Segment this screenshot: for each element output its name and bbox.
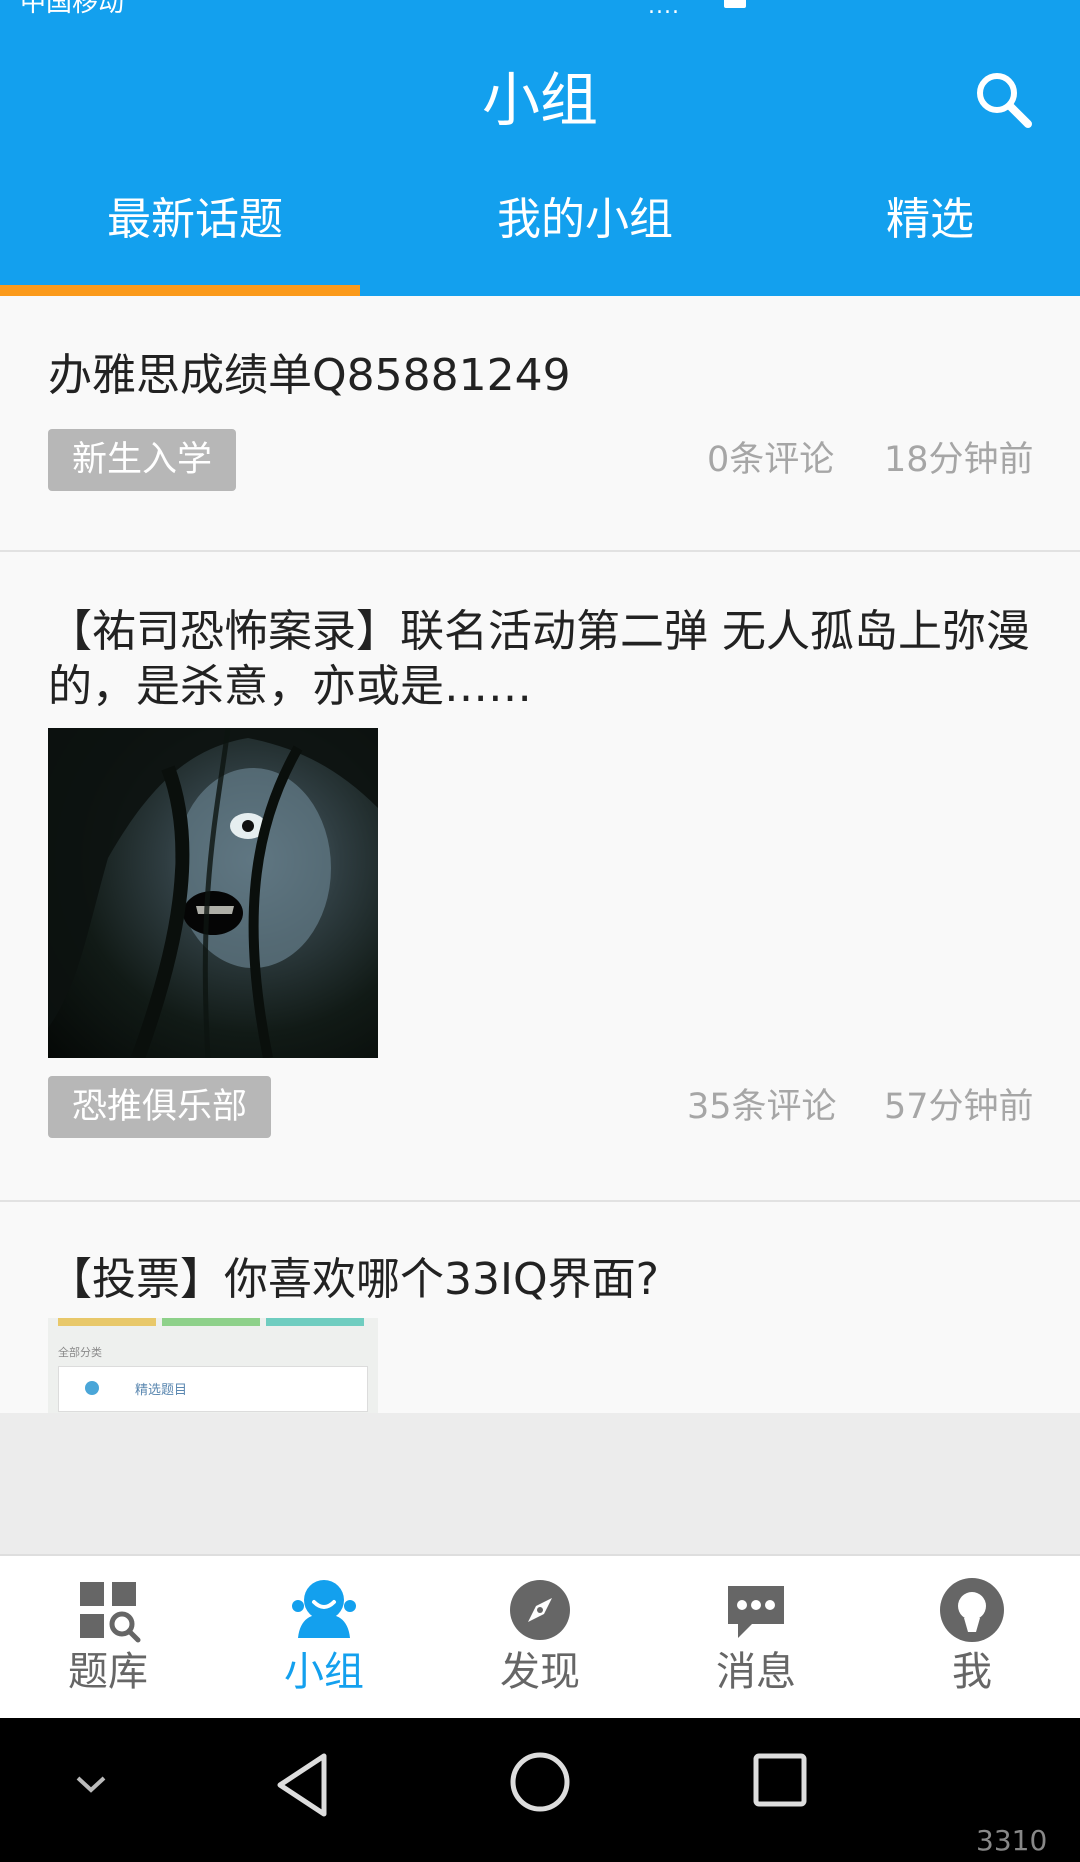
topic-feed[interactable]: 办雅思成绩单Q85881249 新生入学 0条评论 18分钟前 【祐司恐怖案录】… [0, 296, 1080, 1413]
signal-icon: .... [648, 0, 680, 14]
system-navigation-bar: 3310 [0, 1718, 1080, 1862]
post-title[interactable]: 【祐司恐怖案录】联名活动第二弹 无人孤岛上弥漫的，是杀意，亦或是…… [48, 604, 1038, 714]
badge-icon [85, 1381, 99, 1395]
thumbnail-caption: 全部分类 [58, 1346, 102, 1359]
compass-icon [510, 1580, 570, 1640]
tab-my-groups[interactable]: 我的小组 [390, 185, 780, 255]
nav-item-messages[interactable]: 消息 [648, 1556, 864, 1720]
post-thumbnail[interactable] [48, 728, 378, 1058]
thumbnail-card: 精选题目 [58, 1366, 368, 1412]
thumbnail-tab-bars [58, 1318, 368, 1326]
tab-latest-topics[interactable]: 最新话题 [0, 185, 390, 255]
nav-item-discover[interactable]: 发现 [432, 1556, 648, 1720]
comment-count: 0条评论 [707, 440, 835, 480]
user-icon [940, 1578, 1004, 1642]
group-person-icon [292, 1580, 356, 1638]
post-title[interactable]: 办雅思成绩单Q85881249 [48, 348, 1038, 403]
bottom-navigation: 题库 小组 发现 消息 我 [0, 1554, 1080, 1720]
back-icon[interactable] [272, 1750, 332, 1820]
status-bar: 中国移动 .... [0, 0, 1080, 14]
active-tab-indicator [0, 285, 360, 296]
grid-search-icon [80, 1582, 141, 1643]
nav-label: 发现 [500, 1649, 580, 1695]
post-title[interactable]: 【投票】你喜欢哪个33IQ界面? [48, 1252, 1038, 1307]
post-item[interactable]: 办雅思成绩单Q85881249 新生入学 0条评论 18分钟前 [0, 296, 1080, 550]
search-button[interactable] [972, 68, 1036, 132]
comment-count: 35条评论 [687, 1087, 837, 1127]
post-time: 18分钟前 [884, 440, 1034, 480]
thumbnail-card-label: 精选题目 [135, 1383, 188, 1398]
carrier-label: 中国移动 [20, 0, 124, 14]
post-thumbnail[interactable]: 全部分类 精选题目 [48, 1318, 378, 1413]
app-header: 中国移动 .... 小组 最新话题 我的小组 精选 [0, 0, 1080, 296]
recent-apps-icon[interactable] [752, 1752, 808, 1808]
post-time: 57分钟前 [884, 1087, 1034, 1127]
watermark: 3310 [976, 1824, 1048, 1857]
chat-bubble-icon [728, 1586, 784, 1638]
search-icon [977, 73, 1032, 128]
nav-item-groups[interactable]: 小组 [216, 1556, 432, 1720]
nav-label: 题库 [68, 1649, 148, 1695]
post-tag[interactable]: 新生入学 [48, 429, 237, 491]
nav-label: 小组 [284, 1649, 364, 1695]
post-tag[interactable]: 恐推俱乐部 [48, 1076, 272, 1138]
hide-keyboard-icon[interactable] [74, 1772, 108, 1796]
nav-label: 消息 [716, 1649, 796, 1695]
nav-item-question-bank[interactable]: 题库 [0, 1556, 216, 1720]
nav-label: 我 [952, 1649, 992, 1695]
page-title: 小组 [481, 66, 598, 134]
nav-item-me[interactable]: 我 [864, 1556, 1080, 1720]
home-icon[interactable] [508, 1750, 572, 1814]
tab-featured[interactable]: 精选 [780, 185, 1080, 255]
battery-icon [724, 0, 746, 8]
